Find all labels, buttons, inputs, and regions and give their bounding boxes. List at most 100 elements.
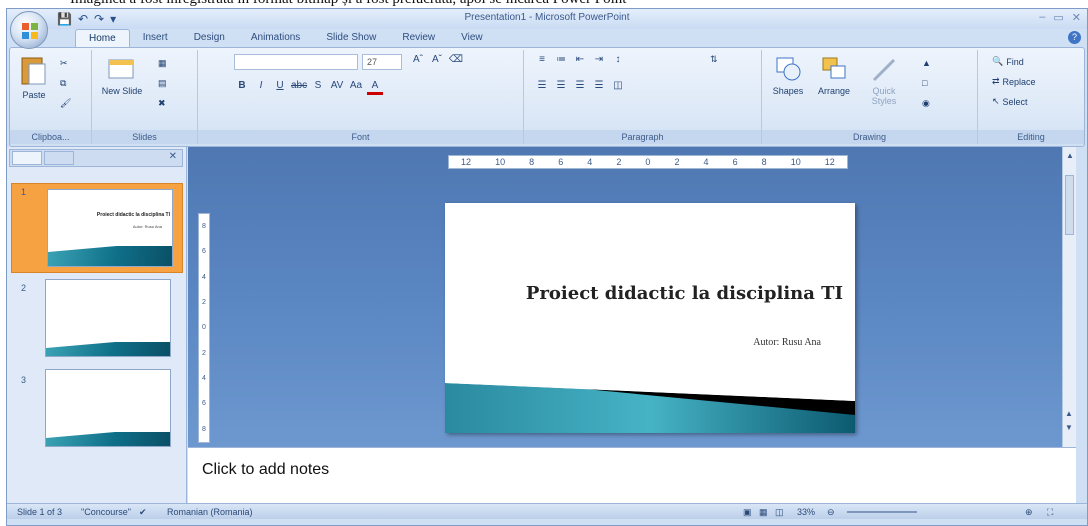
slideshow-view-icon[interactable]: ◫: [775, 507, 784, 518]
new-slide-button[interactable]: New Slide: [100, 54, 144, 96]
tab-animations[interactable]: Animations: [238, 29, 313, 47]
shape-outline-icon[interactable]: □: [922, 78, 927, 88]
next-slide-icon[interactable]: ▼: [1065, 423, 1073, 432]
ruler-tick: 6: [202, 248, 206, 256]
close-button[interactable]: ✕: [1072, 11, 1081, 24]
tab-slides[interactable]: [12, 151, 42, 165]
ruler-tick: 0: [202, 324, 206, 332]
clipboard-group: Paste ✂ ⧉ 🖌 Clipboa...: [10, 50, 92, 144]
replace-button[interactable]: ⇄ Replace: [992, 76, 1036, 87]
spacing-icon[interactable]: AV: [329, 80, 345, 95]
format-painter-icon[interactable]: 🖌: [60, 98, 71, 109]
font-label: Font: [198, 130, 523, 144]
paste-button[interactable]: Paste: [16, 54, 52, 100]
columns-icon[interactable]: ◫: [610, 80, 626, 95]
ribbon-tabs: Home Insert Design Animations Slide Show…: [75, 29, 496, 47]
scrollbar-thumb[interactable]: [1065, 175, 1074, 235]
shape-fill-icon[interactable]: ▲: [922, 58, 931, 68]
fit-window-icon[interactable]: ⛶: [1047, 507, 1053, 518]
ruler-tick: 2: [674, 157, 680, 167]
reset-icon[interactable]: ▤: [158, 78, 167, 89]
maximize-button[interactable]: ▭: [1053, 11, 1063, 24]
zoom-level[interactable]: 33%: [797, 507, 815, 517]
prev-slide-icon[interactable]: ▲: [1065, 409, 1073, 418]
thumbnail-slide-3[interactable]: [45, 369, 171, 447]
strikethrough-icon[interactable]: abc: [291, 80, 307, 95]
slide-counter: Slide 1 of 3: [17, 507, 63, 517]
caption-text: Imaginea a fost înregistrată în format b…: [70, 0, 626, 8]
font-size-combo[interactable]: 27: [362, 54, 402, 70]
justify-icon[interactable]: ☰: [591, 80, 607, 95]
grow-font-icon[interactable]: Aˆ: [410, 54, 426, 69]
tab-slide-show[interactable]: Slide Show: [313, 29, 389, 47]
bold-icon[interactable]: B: [234, 80, 250, 95]
sorter-view-icon[interactable]: ▦: [759, 507, 768, 518]
thumbnail-slide-2[interactable]: [45, 279, 171, 357]
slides-label: Slides: [92, 130, 197, 144]
shapes-button[interactable]: Shapes: [768, 54, 808, 96]
find-button[interactable]: 🔍 Find: [992, 56, 1024, 67]
zoom-in-icon[interactable]: ⊕: [1025, 507, 1033, 518]
slide-title[interactable]: Proiect didactic la disciplina TI: [445, 283, 843, 304]
shadow-icon[interactable]: S: [310, 80, 326, 95]
paragraph-row-1: ≡ ≔ ⇤ ⇥ ↕: [534, 54, 626, 69]
select-button[interactable]: ↖ Select: [992, 96, 1028, 107]
select-icon: ↖: [992, 96, 1000, 106]
italic-icon[interactable]: I: [253, 80, 269, 95]
status-bar: Slide 1 of 3 "Concourse" ✔ Romanian (Rom…: [7, 503, 1087, 519]
spellcheck-icon[interactable]: ✔: [139, 507, 147, 518]
minimize-button[interactable]: –: [1039, 11, 1045, 24]
slide-editing-area[interactable]: 12 10 8 6 4 2 0 2 4 6 8 10 12 8 6 4 2 0 2 4 6 8 Proiect dida…: [188, 147, 1076, 447]
decrease-indent-icon[interactable]: ⇤: [572, 54, 588, 69]
bullets-icon[interactable]: ≡: [534, 54, 550, 69]
clear-format-icon[interactable]: ⌫: [448, 54, 464, 69]
line-spacing-icon[interactable]: ↕: [610, 54, 626, 69]
increase-indent-icon[interactable]: ⇥: [591, 54, 607, 69]
slide-canvas[interactable]: Proiect didactic la disciplina TI Autor:…: [445, 203, 855, 433]
close-pane-icon[interactable]: ✕: [169, 151, 177, 162]
tab-outline[interactable]: [44, 151, 74, 165]
tab-view[interactable]: View: [448, 29, 496, 47]
ruler-tick: 12: [461, 157, 472, 167]
ruler-tick: 0: [645, 157, 651, 167]
quick-styles-button[interactable]: Quick Styles: [862, 54, 906, 106]
align-left-icon[interactable]: ☰: [534, 80, 550, 95]
font-family-combo[interactable]: [234, 54, 358, 70]
language-status[interactable]: Romanian (Romania): [167, 507, 253, 517]
horizontal-ruler: 12 10 8 6 4 2 0 2 4 6 8 10 12: [448, 155, 848, 169]
help-icon[interactable]: ?: [1068, 31, 1081, 44]
ruler-tick: 8: [529, 157, 535, 167]
layout-icon[interactable]: ▦: [158, 58, 167, 69]
tab-home[interactable]: Home: [75, 29, 130, 47]
delete-slide-icon[interactable]: ✖: [158, 98, 166, 109]
align-center-icon[interactable]: ☰: [553, 80, 569, 95]
quick-styles-icon: [872, 58, 896, 82]
notes-placeholder: Click to add notes: [202, 461, 330, 478]
text-direction-icon[interactable]: ⇅: [710, 54, 718, 65]
shrink-font-icon[interactable]: Aˇ: [429, 54, 445, 69]
underline-icon[interactable]: U: [272, 80, 288, 95]
copy-icon[interactable]: ⧉: [60, 78, 66, 89]
thumbnail-slide-1[interactable]: Proiect didactic la disciplina TI Autor:…: [47, 189, 173, 267]
pane-tabs: ✕: [9, 149, 183, 167]
zoom-slider[interactable]: [847, 511, 917, 513]
office-button[interactable]: [10, 11, 48, 49]
zoom-out-icon[interactable]: ⊖: [827, 507, 835, 518]
tab-design[interactable]: Design: [181, 29, 238, 47]
arrange-button[interactable]: Arrange: [814, 54, 854, 96]
scroll-up-icon[interactable]: ▲: [1066, 151, 1074, 160]
vertical-scrollbar[interactable]: ▲ ▲ ▼: [1062, 147, 1076, 447]
change-case-icon[interactable]: Aa: [348, 80, 364, 95]
font-color-icon[interactable]: A: [367, 80, 383, 95]
slide-subtitle[interactable]: Autor: Rusu Ana: [753, 337, 821, 348]
tab-review[interactable]: Review: [389, 29, 448, 47]
normal-view-icon[interactable]: ▣: [743, 507, 752, 518]
cut-icon[interactable]: ✂: [60, 58, 68, 69]
drawing-label: Drawing: [762, 130, 977, 144]
notes-pane[interactable]: Click to add notes: [188, 447, 1076, 503]
numbering-icon[interactable]: ≔: [553, 54, 569, 69]
align-right-icon[interactable]: ☰: [572, 80, 588, 95]
tab-insert[interactable]: Insert: [130, 29, 181, 47]
ruler-tick: 4: [202, 375, 206, 383]
shape-effects-icon[interactable]: ◉: [922, 98, 930, 109]
